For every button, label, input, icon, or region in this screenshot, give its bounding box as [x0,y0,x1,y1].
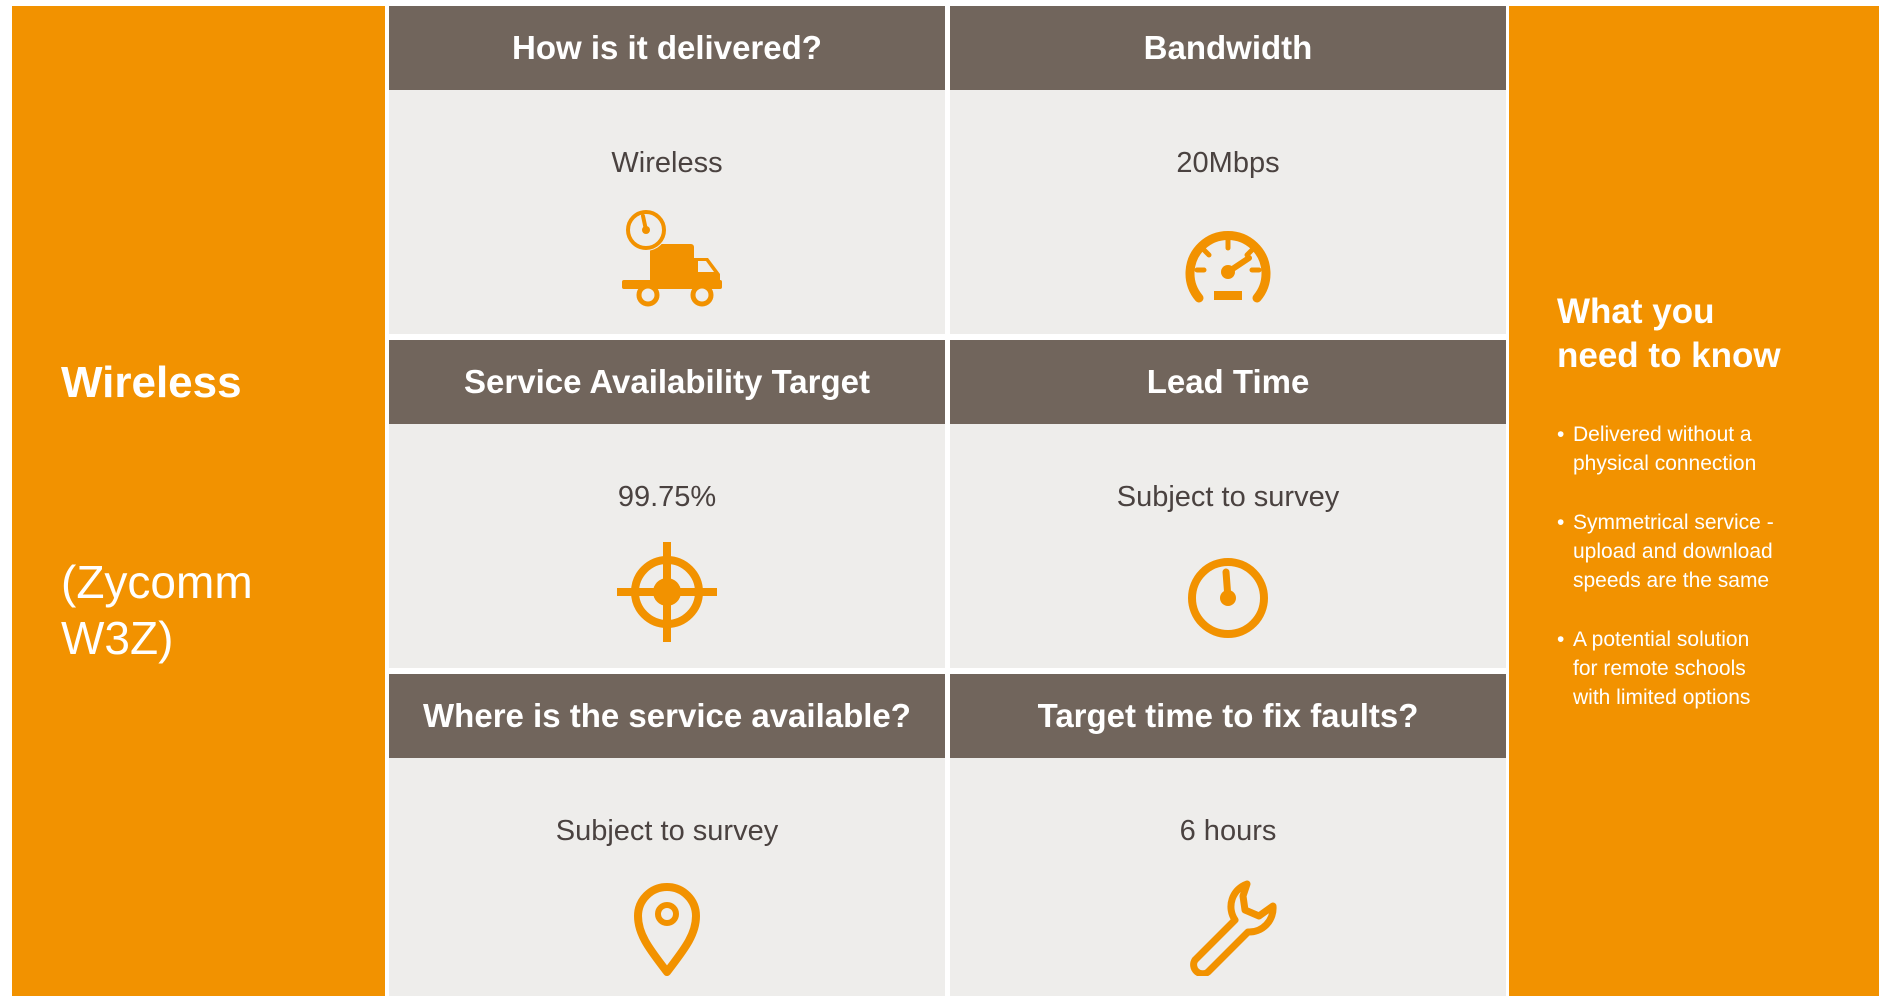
bullet-line: Delivered without a [1573,423,1752,446]
bullet-line: physical connection [1573,452,1757,475]
info-title-line-2: need to know [1557,336,1781,375]
bullet-dot-icon: • [1557,511,1565,534]
product-variant-line-2: W3Z) [61,612,174,664]
fix-time-cell: Target time to fix faults? 6 hours [950,674,1506,996]
bullet-dot-icon: • [1557,423,1565,446]
speedometer-icon [1185,230,1271,303]
bullet-line: for remote schools [1573,657,1746,680]
bullet-text: Symmetrical service - upload and downloa… [1573,508,1774,595]
availability-cell: Service Availability Target 99.75% [389,340,945,668]
bullet-line: Symmetrical service - [1573,511,1774,534]
info-title-line-1: What you [1557,292,1715,331]
bullet-text: A potential solution for remote schools … [1573,625,1750,712]
info-panel: What you need to know • Delivered withou… [1509,6,1879,996]
cell-header: Bandwidth [950,6,1506,90]
cell-value: 99.75% [617,481,717,513]
service-area-cell: Where is the service available? Subject … [389,674,945,996]
bandwidth-cell: Bandwidth 20Mbps [950,6,1506,334]
bullet-line: upload and download [1573,540,1773,563]
product-variant: (Zycomm W3Z) [61,554,253,666]
cell-body: 6 hours [950,758,1506,996]
bullet-line: with limited options [1573,686,1751,709]
info-bullet: • Delivered without a physical connectio… [1557,420,1857,478]
product-panel: Wireless (Zycomm W3Z) [12,6,385,996]
cell-value: 6 hours [1179,815,1277,847]
bullet-dot-icon: • [1557,628,1565,651]
cell-header: Lead Time [950,340,1506,424]
cell-value: Subject to survey [555,815,779,847]
cell-header: How is it delivered? [389,6,945,90]
info-title: What you need to know [1557,290,1857,378]
cell-header: Where is the service available? [389,674,945,758]
cell-value: Wireless [611,147,723,179]
cell-body: 20Mbps [950,90,1506,334]
info-bullet: • Symmetrical service - upload and downl… [1557,508,1857,595]
cell-value: Subject to survey [1116,481,1340,513]
bullet-line: speeds are the same [1573,569,1770,592]
info-bullets: • Delivered without a physical connectio… [1557,420,1857,742]
location-pin-icon [634,883,700,976]
cell-header: Target time to fix faults? [950,674,1506,758]
cell-body: Subject to survey [389,758,945,996]
cell-value: 20Mbps [1176,147,1280,179]
cell-body: Wireless [389,90,945,334]
delivery-cell: How is it delivered? Wireless [389,6,945,334]
delivery-truck-clock-icon [622,209,722,307]
bullet-line: A potential solution [1573,628,1750,651]
cell-body: 99.75% [389,424,945,668]
product-variant-line-1: (Zycomm [61,556,253,608]
target-crosshair-icon [617,542,717,642]
product-name: Wireless [61,358,242,407]
wrench-icon [1190,880,1277,976]
info-bullet: • A potential solution for remote school… [1557,625,1857,712]
bullet-text: Delivered without a physical connection [1573,420,1756,478]
lead-time-cell: Lead Time Subject to survey [950,340,1506,668]
cell-body: Subject to survey [950,424,1506,668]
clock-icon [1188,558,1268,638]
cell-header: Service Availability Target [389,340,945,424]
